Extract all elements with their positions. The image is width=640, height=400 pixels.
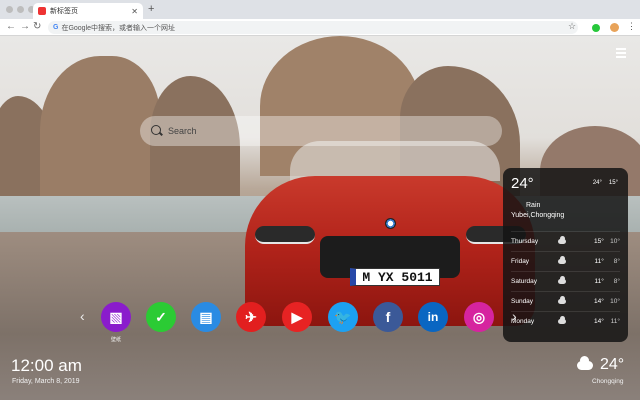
window-controls[interactable] bbox=[6, 6, 35, 13]
app-favicon-icon bbox=[38, 7, 46, 15]
forecast-row: Sunday 14° 10° bbox=[511, 291, 620, 311]
forecast-day: Thursday bbox=[511, 238, 539, 245]
tab-title: 新标签页 bbox=[50, 8, 78, 15]
high-temp: 24° bbox=[592, 180, 602, 186]
weather-location: Chongqing bbox=[592, 378, 624, 385]
forecast-high: 14° bbox=[593, 298, 604, 305]
cloud-icon bbox=[557, 256, 566, 264]
car-windshield bbox=[290, 141, 500, 181]
forecast-low: 8° bbox=[613, 278, 621, 285]
forecast-day: Monday bbox=[511, 318, 535, 325]
cloud-icon bbox=[557, 316, 566, 324]
forecast-list: Thursday 15° 10° Friday 11° 8° Saturday … bbox=[511, 231, 620, 331]
forecast-row: Thursday 15° 10° bbox=[511, 231, 620, 251]
weather-panel: 24° 24° 15° Rain Yubei,Chongqing Thursda… bbox=[503, 168, 628, 342]
wechat-app-icon[interactable]: ✓ bbox=[146, 302, 176, 332]
google-icon: G bbox=[53, 24, 59, 31]
forecast-row: Saturday 11° 8° bbox=[511, 271, 620, 291]
car-logo bbox=[385, 218, 396, 229]
clock-time: 12:00 am bbox=[11, 356, 82, 375]
instagram-icon[interactable]: ◎ bbox=[464, 302, 494, 332]
forecast-low: 10° bbox=[610, 238, 621, 245]
extension-icon[interactable] bbox=[592, 24, 600, 32]
cloud-icon bbox=[577, 356, 593, 370]
close-icon[interactable]: ✕ bbox=[131, 7, 138, 16]
weather-location: Yubei,Chongqing bbox=[511, 212, 565, 219]
browser-menu-icon[interactable]: ⋮ bbox=[627, 21, 636, 32]
cloud-icon bbox=[557, 296, 566, 304]
address-bar[interactable]: G 在Google中搜索，或者输入一个网址 bbox=[48, 21, 578, 34]
low-temp: 15° bbox=[608, 180, 618, 186]
forecast-low: 11° bbox=[610, 318, 621, 325]
facebook-icon[interactable]: f bbox=[373, 302, 403, 332]
forecast-high: 14° bbox=[593, 318, 604, 325]
bookmark-star-icon[interactable]: ☆ bbox=[568, 21, 576, 32]
forecast-day: Saturday bbox=[511, 278, 538, 285]
search-bar[interactable] bbox=[140, 116, 502, 146]
dock-next-icon[interactable]: › bbox=[512, 308, 517, 324]
twitter-icon[interactable]: 🐦 bbox=[328, 302, 358, 332]
profile-avatar[interactable] bbox=[610, 23, 619, 32]
cloud-icon bbox=[557, 276, 566, 284]
forecast-high: 11° bbox=[594, 278, 604, 285]
browser-tab[interactable]: 新标签页 ✕ bbox=[33, 3, 143, 19]
search-icon[interactable] bbox=[150, 124, 164, 138]
license-plate: M YX 5011 bbox=[350, 268, 440, 286]
forecast-low: 10° bbox=[610, 298, 621, 305]
new-tab-button[interactable]: + bbox=[148, 3, 154, 15]
forecast-day: Sunday bbox=[511, 298, 534, 305]
weather-temperature[interactable]: 24° bbox=[600, 356, 624, 374]
reload-icon[interactable]: ↻ bbox=[33, 21, 41, 33]
linkedin-icon[interactable]: in bbox=[418, 302, 448, 332]
forecast-high: 11° bbox=[594, 258, 604, 265]
forward-icon[interactable]: → bbox=[20, 21, 30, 33]
dock-prev-icon[interactable]: ‹ bbox=[80, 308, 85, 324]
weather-condition: Rain bbox=[526, 202, 541, 209]
cloud-icon bbox=[557, 236, 566, 244]
gallery-app-label: 壁纸 bbox=[110, 337, 121, 343]
new-tab-page: M YX 5011 24° 24° 15° Rain Yubei,Chongqi… bbox=[0, 36, 640, 400]
back-icon[interactable]: ← bbox=[6, 21, 16, 33]
red-app-icon[interactable]: ✈ bbox=[236, 302, 266, 332]
clock-date: Friday, March 8, 2019 bbox=[12, 378, 80, 385]
youtube-icon[interactable]: ▶ bbox=[282, 302, 312, 332]
notes-app-icon[interactable]: ▤ bbox=[191, 302, 221, 332]
forecast-row: Monday 14° 11° bbox=[511, 311, 620, 331]
forecast-row: Friday 11° 8° bbox=[511, 251, 620, 271]
gallery-app-icon[interactable]: ▧ bbox=[101, 302, 131, 332]
browser-tab-strip: 新标签页 ✕ + bbox=[0, 0, 640, 19]
browser-toolbar: ← → ↻ G 在Google中搜索，或者输入一个网址 ☆ ⋮ bbox=[0, 19, 640, 36]
forecast-high: 15° bbox=[593, 238, 604, 245]
forecast-low: 8° bbox=[613, 258, 621, 265]
menu-icon[interactable] bbox=[616, 48, 626, 60]
temperature-range: 24° 15° bbox=[593, 180, 618, 186]
search-input[interactable] bbox=[168, 126, 468, 136]
forecast-day: Friday bbox=[511, 258, 530, 265]
address-bar-placeholder: 在Google中搜索，或者输入一个网址 bbox=[61, 24, 176, 32]
car-headlight bbox=[255, 226, 315, 244]
